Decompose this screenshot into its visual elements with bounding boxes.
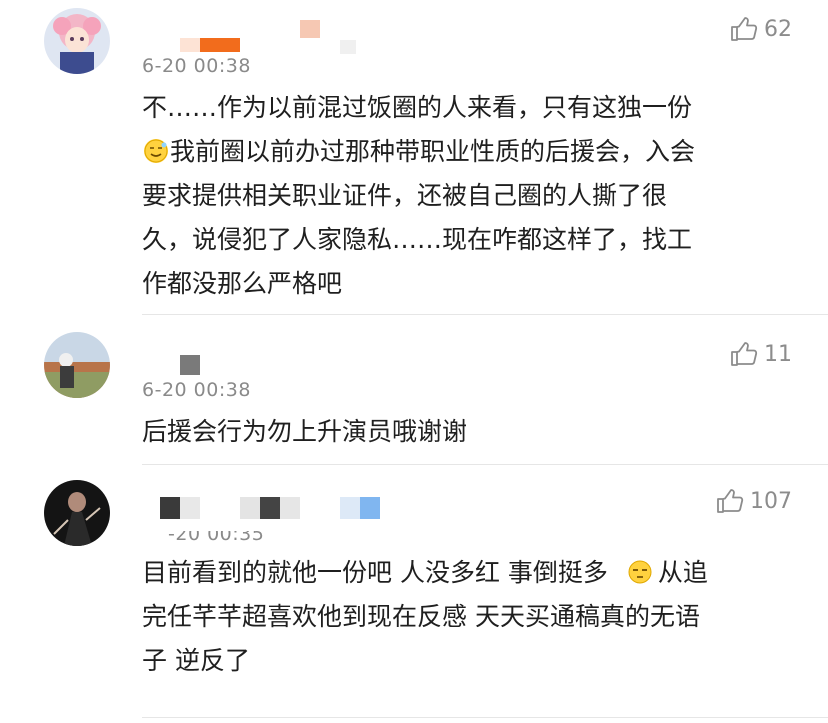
comment-text: 不……作为以前混过饭圈的人来看，只有这独一份 我前圈以前办过那种带职业性质的后援… (142, 86, 792, 306)
comment-time: -20 00:35 (168, 523, 265, 545)
username-redacted[interactable] (180, 355, 210, 375)
comment-line: 目前看到的就他一份吧 人没多红 事倒挺多 从追 (142, 551, 792, 595)
comment-line: 我前圈以前办过那种带职业性质的后援会，入会 (142, 130, 792, 174)
divider (142, 717, 828, 718)
comment-line-text: 我前圈以前办过那种带职业性质的后援会，入会 (170, 137, 696, 166)
unamused-emoji-icon (628, 560, 652, 584)
comment-line-text: 目前看到的就他一份吧 人没多红 事倒挺多 (142, 558, 608, 587)
like-count: 107 (750, 488, 792, 514)
comment-line-text: 从追 (657, 558, 708, 587)
comment-line: 后援会行为勿上升演员哦谢谢 (142, 417, 468, 446)
like-button[interactable]: 62 (730, 16, 792, 42)
comment-item: 6-20 00:38 11 后援会行为勿上升演员哦谢谢 (0, 315, 828, 465)
comment-line: 要求提供相关职业证件，还被自己圈的人撕了很 (142, 181, 668, 210)
avatar[interactable] (44, 332, 110, 398)
smirk-emoji-icon (144, 139, 168, 163)
like-count: 11 (764, 341, 792, 367)
like-count: 62 (764, 16, 792, 42)
comment-text: 后援会行为勿上升演员哦谢谢 (142, 410, 792, 454)
like-button[interactable]: 107 (716, 488, 792, 514)
comment-text: 目前看到的就他一份吧 人没多红 事倒挺多 从追 完任芊芊超喜欢他到现在反感 天天买… (142, 551, 792, 683)
comment-item: -20 00:35 107 目前看到的就他一份吧 人没多红 事倒挺多 从追 完任芊… (0, 465, 828, 723)
thumbs-up-icon (716, 488, 744, 514)
comment-time: 6-20 00:38 (142, 55, 251, 77)
like-button[interactable]: 11 (730, 341, 792, 367)
avatar[interactable] (44, 8, 110, 74)
comment-line: 子 逆反了 (142, 646, 250, 675)
comment-line: 不……作为以前混过饭圈的人来看，只有这独一份 (142, 93, 693, 122)
comment-line: 完任芊芊超喜欢他到现在反感 天天买通稿真的无语 (142, 602, 700, 631)
username-redacted[interactable] (180, 18, 380, 54)
avatar[interactable] (44, 480, 110, 546)
thumbs-up-icon (730, 341, 758, 367)
comment-line: 作都没那么严格吧 (142, 269, 343, 298)
thumbs-up-icon (730, 16, 758, 42)
username-redacted[interactable] (160, 497, 390, 519)
comment-line: 久，说侵犯了人家隐私……现在咋都这样了，找工 (142, 225, 693, 254)
comment-time: 6-20 00:38 (142, 379, 251, 401)
comment-item: 6-20 00:38 62 不……作为以前混过饭圈的人来看，只有这独一份 我前圈… (0, 0, 828, 315)
